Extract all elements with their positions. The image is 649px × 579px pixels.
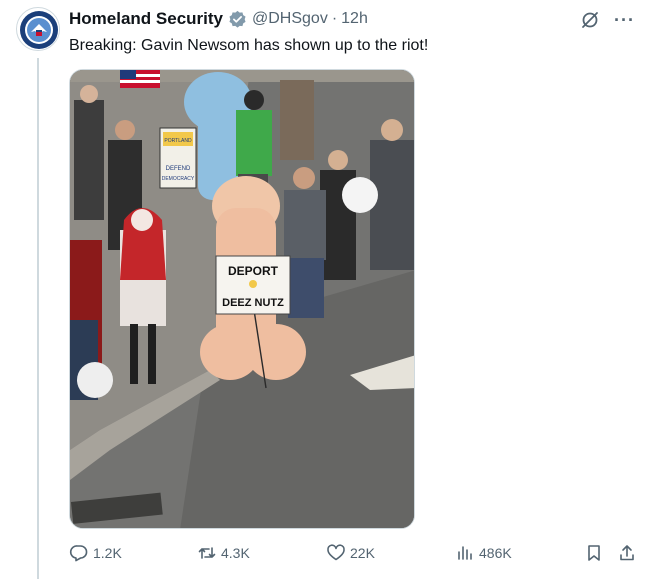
thread-line xyxy=(37,58,39,579)
sign-main-line1: DEPORT xyxy=(228,264,279,278)
views-button[interactable]: 486K xyxy=(455,543,512,563)
top-actions: ··· xyxy=(580,10,635,30)
grok-icon[interactable] xyxy=(580,10,600,30)
repost-icon xyxy=(198,547,216,559)
tweet-photo[interactable]: PORTLAND DEFEND DEMOCRACY DEPORT DEEZ NU… xyxy=(69,69,415,529)
post-time[interactable]: 12h xyxy=(341,10,368,28)
sign-main-line2: DEEZ NUTZ xyxy=(222,297,284,309)
bookmark-icon xyxy=(588,545,600,561)
author-name[interactable]: Homeland Security xyxy=(69,9,223,29)
bookmark-button[interactable] xyxy=(584,543,604,563)
heart-icon xyxy=(327,544,345,561)
reply-icon xyxy=(69,545,88,562)
sign-left-line2: DEFEND xyxy=(166,166,191,172)
sign-left-line3: DEMOCRACY xyxy=(162,176,195,182)
repost-count: 4.3K xyxy=(221,545,250,561)
share-button[interactable] xyxy=(617,543,637,563)
analytics-icon xyxy=(458,546,472,560)
more-icon[interactable]: ··· xyxy=(614,11,635,29)
sign-left-line1: PORTLAND xyxy=(164,138,192,144)
like-button[interactable]: 22K xyxy=(326,543,375,563)
author-handle[interactable]: @DHSgov xyxy=(252,10,328,28)
tweet-text: Breaking: Gavin Newsom has shown up to t… xyxy=(69,37,429,54)
separator-dot: · xyxy=(331,10,338,27)
like-count: 22K xyxy=(350,545,375,561)
tweet-header: Homeland Security @DHSgov · 12h xyxy=(69,9,368,29)
view-count: 486K xyxy=(479,545,512,561)
verified-badge-icon[interactable] xyxy=(228,10,247,29)
protest-photo: PORTLAND DEFEND DEMOCRACY DEPORT DEEZ NU… xyxy=(70,70,414,528)
reply-count: 1.2K xyxy=(93,545,122,561)
reply-button[interactable]: 1.2K xyxy=(69,543,122,563)
dhs-seal-icon xyxy=(18,9,59,50)
share-icon xyxy=(620,545,634,561)
tweet-actions: 1.2K 4.3K 22K 486K xyxy=(69,543,639,567)
avatar[interactable] xyxy=(16,7,60,51)
repost-button[interactable]: 4.3K xyxy=(197,543,250,563)
